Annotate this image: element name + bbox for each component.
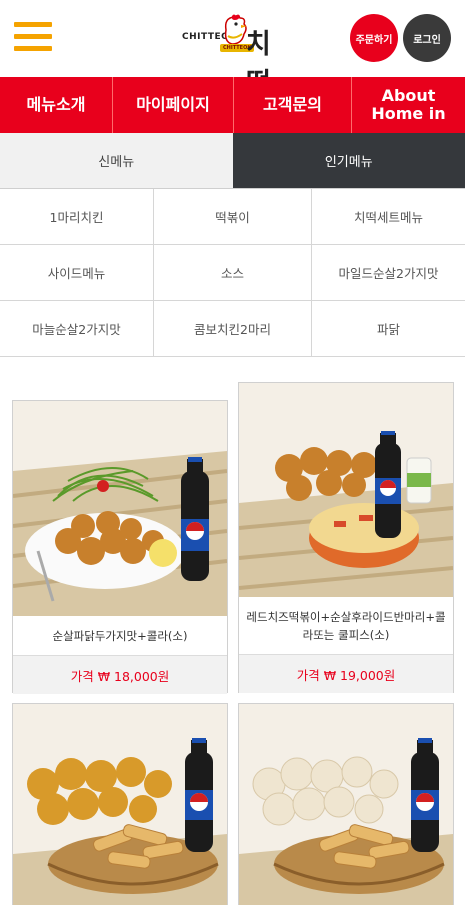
product-card[interactable] — [238, 703, 454, 905]
cola-bottle-icon — [185, 738, 213, 852]
nav-menu-intro[interactable]: 메뉴소개 — [0, 77, 113, 133]
category-set-menu[interactable]: 치떡세트메뉴 — [312, 189, 465, 244]
category-side-menu[interactable]: 사이드메뉴 — [0, 245, 154, 300]
product-name: 순살파닭두가지맛+콜라(소) — [52, 628, 188, 643]
login-button[interactable]: 로그인 — [403, 14, 451, 62]
tab-popular-menu[interactable]: 인기메뉴 — [232, 133, 465, 188]
product-name: 레드치즈떡볶이+순살후라이드반마리+콜라또는 쿨피스(소) — [246, 609, 446, 642]
cola-bottle-icon — [181, 457, 209, 581]
product-card[interactable]: 레드치즈떡볶이+순살후라이드반마리+콜라또는 쿨피스(소) 가격 ₩ 19,00… — [238, 382, 454, 693]
nav-about-home[interactable]: About Home in — [352, 77, 465, 133]
category-garlic-boneless[interactable]: 마늘순살2가지맛 — [0, 301, 154, 356]
product-card[interactable] — [12, 703, 228, 905]
brand-logo[interactable]: CHITTEOK CHITTEOK 치떡 — [180, 14, 290, 99]
category-row: 1마리치킨 떡볶이 치떡세트메뉴 — [0, 189, 465, 245]
order-button[interactable]: 주문하기 — [350, 14, 398, 62]
category-row: 마늘순살2가지맛 콤보치킨2마리 파닭 — [0, 301, 465, 357]
product-card[interactable]: 순살파닭두가지맛+콜라(소) 가격 ₩ 18,000원 — [12, 400, 228, 694]
app-header: CHITTEOK CHITTEOK 치떡 주문하기 로그인 — [0, 0, 465, 99]
category-tteokbokki[interactable]: 떡볶이 — [154, 189, 312, 244]
category-sauce[interactable]: 소스 — [154, 245, 312, 300]
category-whole-chicken[interactable]: 1마리치킨 — [0, 189, 154, 244]
category-mild-boneless[interactable]: 마일드순살2가지맛 — [312, 245, 465, 300]
product-image — [239, 704, 453, 905]
nav-mypage[interactable]: 마이페이지 — [113, 77, 234, 133]
product-price: 가격 ₩ 19,000원 — [239, 654, 453, 693]
cola-bottle-icon — [411, 738, 439, 852]
product-image — [13, 401, 227, 616]
product-price: 가격 ₩ 18,000원 — [13, 655, 227, 694]
product-image — [13, 704, 227, 905]
product-image — [239, 383, 453, 597]
category-combo-chicken[interactable]: 콤보치킨2마리 — [154, 301, 312, 356]
nav-customer-inquiry[interactable]: 고객문의 — [234, 77, 352, 133]
category-grid: 1마리치킨 떡볶이 치떡세트메뉴 사이드메뉴 소스 마일드순살2가지맛 마늘순살… — [0, 189, 465, 357]
category-row: 사이드메뉴 소스 마일드순살2가지맛 — [0, 245, 465, 301]
tab-new-menu[interactable]: 신메뉴 — [0, 133, 233, 188]
menu-tabs: 신메뉴 인기메뉴 — [0, 133, 465, 189]
cola-bottle-icon — [375, 431, 401, 538]
hamburger-menu-icon[interactable] — [14, 22, 52, 52]
category-padak[interactable]: 파닭 — [312, 301, 465, 356]
main-nav: 메뉴소개 마이페이지 고객문의 About Home in — [0, 77, 465, 133]
